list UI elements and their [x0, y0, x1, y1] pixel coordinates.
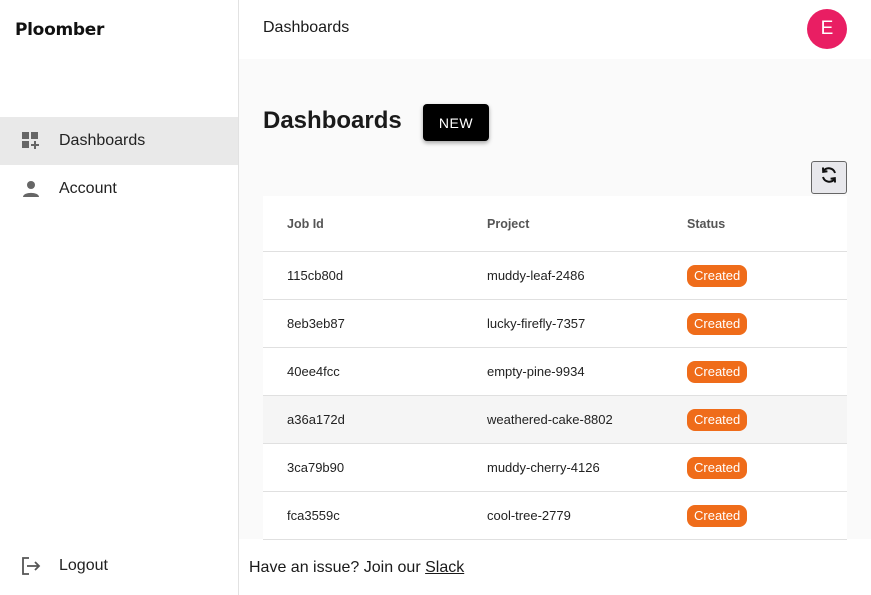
sidebar-item-dashboards[interactable]: Dashboards — [0, 117, 238, 165]
project-cell: lucky-firefly-7357 — [487, 316, 586, 331]
brand-logo: Ploomber — [15, 20, 105, 40]
status-badge: Created — [687, 360, 748, 383]
status-badge: Created — [687, 408, 748, 431]
header-title: Dashboards — [263, 19, 350, 36]
new-dashboard-button[interactable]: NEW — [423, 104, 489, 141]
person-icon — [21, 179, 41, 199]
job-id-cell: a36a172d — [287, 412, 345, 427]
sidebar-item-label: Dashboards — [59, 132, 146, 149]
table-row[interactable]: 40ee4fcc empty-pine-9934 Created — [263, 348, 847, 396]
project-cell: muddy-cherry-4126 — [487, 460, 600, 475]
sidebar-item-label: Account — [59, 180, 117, 197]
sidebar-item-account[interactable]: Account — [0, 165, 238, 213]
job-id-cell: 40ee4fcc — [287, 364, 340, 379]
status-badge: Created — [687, 504, 748, 527]
job-id-cell: 8eb3eb87 — [287, 316, 345, 331]
project-cell: empty-pine-9934 — [487, 364, 585, 379]
support-footer: Have an issue? Join our Slack — [249, 559, 464, 577]
slack-link[interactable]: Slack — [425, 559, 464, 576]
table-row[interactable]: 8eb3eb87 lucky-firefly-7357 Created — [263, 300, 847, 348]
column-header-status[interactable]: Status — [663, 217, 847, 231]
refresh-icon — [819, 165, 839, 190]
page-title: Dashboards — [263, 107, 402, 134]
job-id-cell: 3ca79b90 — [287, 460, 345, 475]
job-id-cell: fca3559c — [287, 508, 340, 523]
status-badge: Created — [687, 312, 748, 335]
logout-icon — [21, 556, 41, 576]
top-bar: Dashboards E — [239, 0, 871, 59]
table-row[interactable]: a36a172d weathered-cake-8802 Created — [263, 396, 847, 444]
logout-button[interactable]: Logout — [0, 542, 238, 590]
column-header-job-id[interactable]: Job Id — [263, 217, 463, 231]
table-header: Job Id Project Status — [263, 196, 847, 252]
table-row[interactable]: 3ca79b90 muddy-cherry-4126 Created — [263, 444, 847, 492]
refresh-button[interactable] — [811, 161, 847, 194]
project-cell: muddy-leaf-2486 — [487, 268, 585, 283]
table-row[interactable]: fca3559c cool-tree-2779 Created — [263, 492, 847, 540]
table-row[interactable]: 115cb80d muddy-leaf-2486 Created — [263, 252, 847, 300]
project-cell: weathered-cake-8802 — [487, 412, 613, 427]
job-id-cell: 115cb80d — [287, 268, 344, 283]
project-cell: cool-tree-2779 — [487, 508, 571, 523]
dashboard-add-icon — [21, 131, 41, 151]
main-content: Dashboards NEW Job Id Project Status 115… — [239, 59, 871, 540]
status-badge: Created — [687, 456, 748, 479]
dashboards-table: Job Id Project Status 115cb80d muddy-lea… — [263, 196, 847, 540]
support-text: Have an issue? Join our — [249, 559, 426, 576]
sidebar: Ploomber Dashboards Account Logout — [0, 0, 239, 595]
avatar[interactable]: E — [807, 9, 847, 49]
logout-label: Logout — [59, 557, 108, 574]
status-badge: Created — [687, 264, 748, 287]
column-header-project[interactable]: Project — [463, 217, 663, 231]
